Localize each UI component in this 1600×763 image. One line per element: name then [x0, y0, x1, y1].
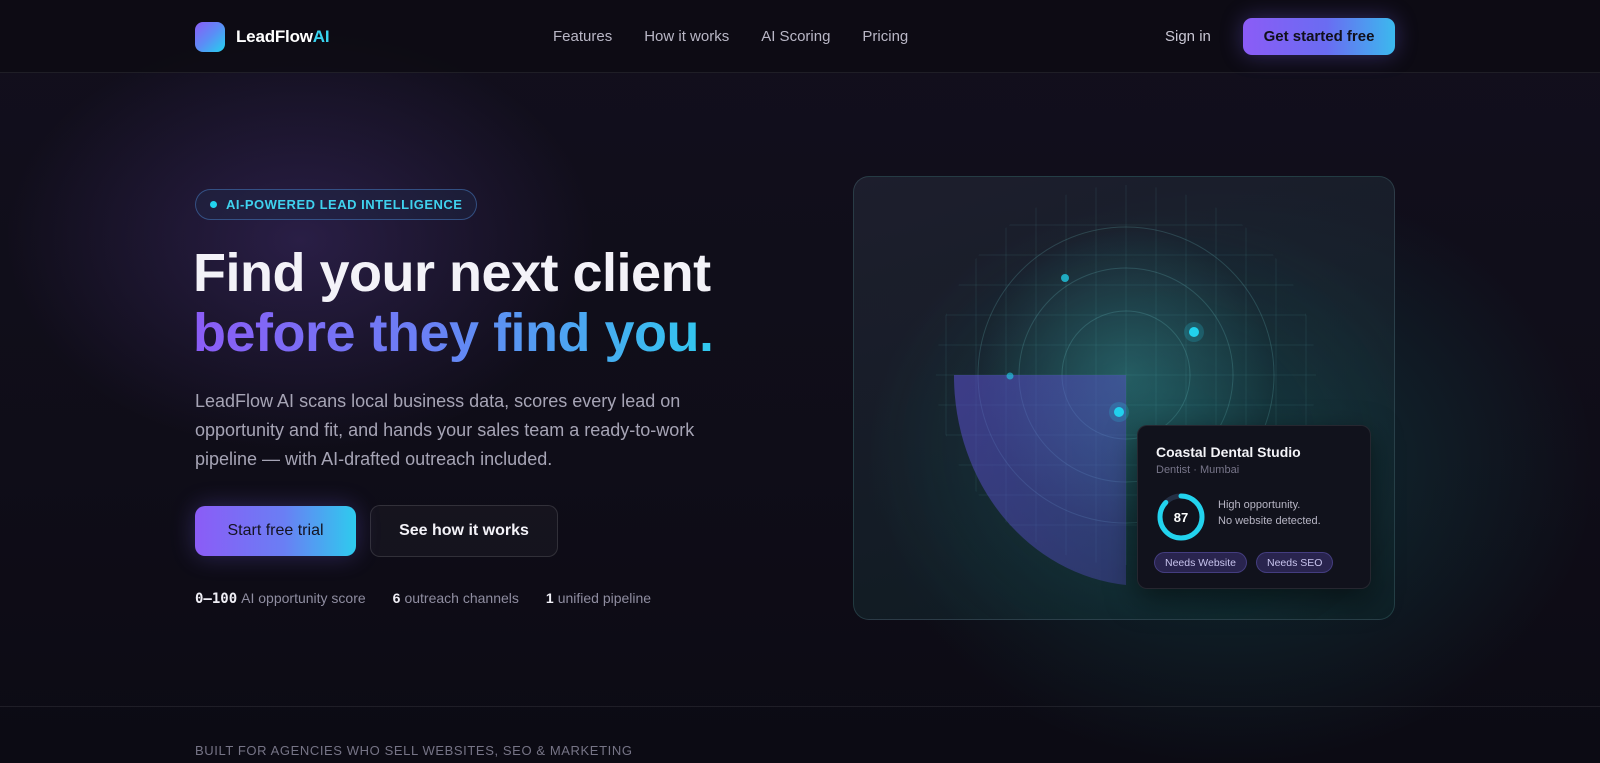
- logo-mark-icon: [195, 22, 225, 52]
- hero-stats: 0–100 AI opportunity score 6 outreach chan…: [195, 590, 651, 607]
- see-how-it-works-button[interactable]: See how it works: [370, 505, 558, 557]
- lead-score: 87: [1173, 509, 1189, 525]
- radar-dot-glow: [1184, 322, 1204, 342]
- badge-label: AI-POWERED LEAD INTELLIGENCE: [226, 197, 463, 212]
- start-free-trial-button[interactable]: Start free trial: [195, 506, 356, 556]
- hero-headline: Find your next client before they find y…: [193, 243, 714, 363]
- nav-links: Features How it works AI Scoring Pricing: [553, 28, 908, 45]
- stat-label: AI opportunity score: [241, 590, 366, 606]
- audience-tagline: BUILT FOR AGENCIES WHO SELL WEBSITES, SE…: [195, 743, 633, 758]
- nav-link-how-it-works[interactable]: How it works: [644, 28, 729, 45]
- nav-link-pricing[interactable]: Pricing: [862, 28, 908, 45]
- brand-name: LeadFlowAI: [236, 27, 330, 46]
- tag-needs-website: Needs Website: [1154, 552, 1248, 573]
- tag-needs-seo: Needs SEO: [1256, 552, 1334, 573]
- hero-badge: AI-POWERED LEAD INTELLIGENCE: [195, 189, 478, 220]
- lead-name: Coastal Dental Studio: [1156, 444, 1301, 460]
- stat-value: 1: [545, 590, 554, 606]
- radar-sweep: [953, 375, 1126, 585]
- headline-line-1: Find your next client: [193, 243, 711, 303]
- stat-value: 6: [392, 590, 401, 606]
- sign-in-link[interactable]: Sign in: [1165, 28, 1211, 45]
- hero-description: LeadFlow AI scans local business data, s…: [195, 391, 695, 469]
- radar-dot-icon: [1006, 372, 1014, 380]
- stat-pipeline: 1 unified pipeline: [546, 590, 651, 607]
- stat-channels: 6 outreach channels: [393, 590, 519, 607]
- brand-logo[interactable]: LeadFlowAI: [195, 22, 330, 52]
- radar-dot-glow: [1109, 402, 1129, 422]
- get-started-button[interactable]: Get started free: [1243, 18, 1395, 55]
- nav-link-ai-scoring[interactable]: AI Scoring: [761, 28, 830, 45]
- stat-label: unified pipeline: [557, 590, 652, 606]
- stat-score: 0–100 AI opportunity score: [195, 590, 366, 607]
- stat-label: outreach channels: [404, 590, 519, 606]
- nav-link-features[interactable]: Features: [553, 28, 612, 45]
- section-divider: [0, 706, 1600, 707]
- lead-description-line-1: High opportunity.: [1218, 499, 1301, 511]
- headline-line-2: before they find you.: [193, 303, 714, 363]
- lead-card[interactable]: Coastal Dental Studio Dentist · Mumbai 8…: [1137, 425, 1371, 589]
- badge-dot-icon: [210, 201, 217, 208]
- radar-dot-icon: [1061, 274, 1069, 282]
- top-navigation: LeadFlowAI Features How it works AI Scor…: [0, 0, 1600, 73]
- stat-value: 0–100: [195, 591, 238, 607]
- lead-description-line-2: No website detected.: [1218, 515, 1321, 527]
- lead-meta: Dentist · Mumbai: [1156, 464, 1240, 476]
